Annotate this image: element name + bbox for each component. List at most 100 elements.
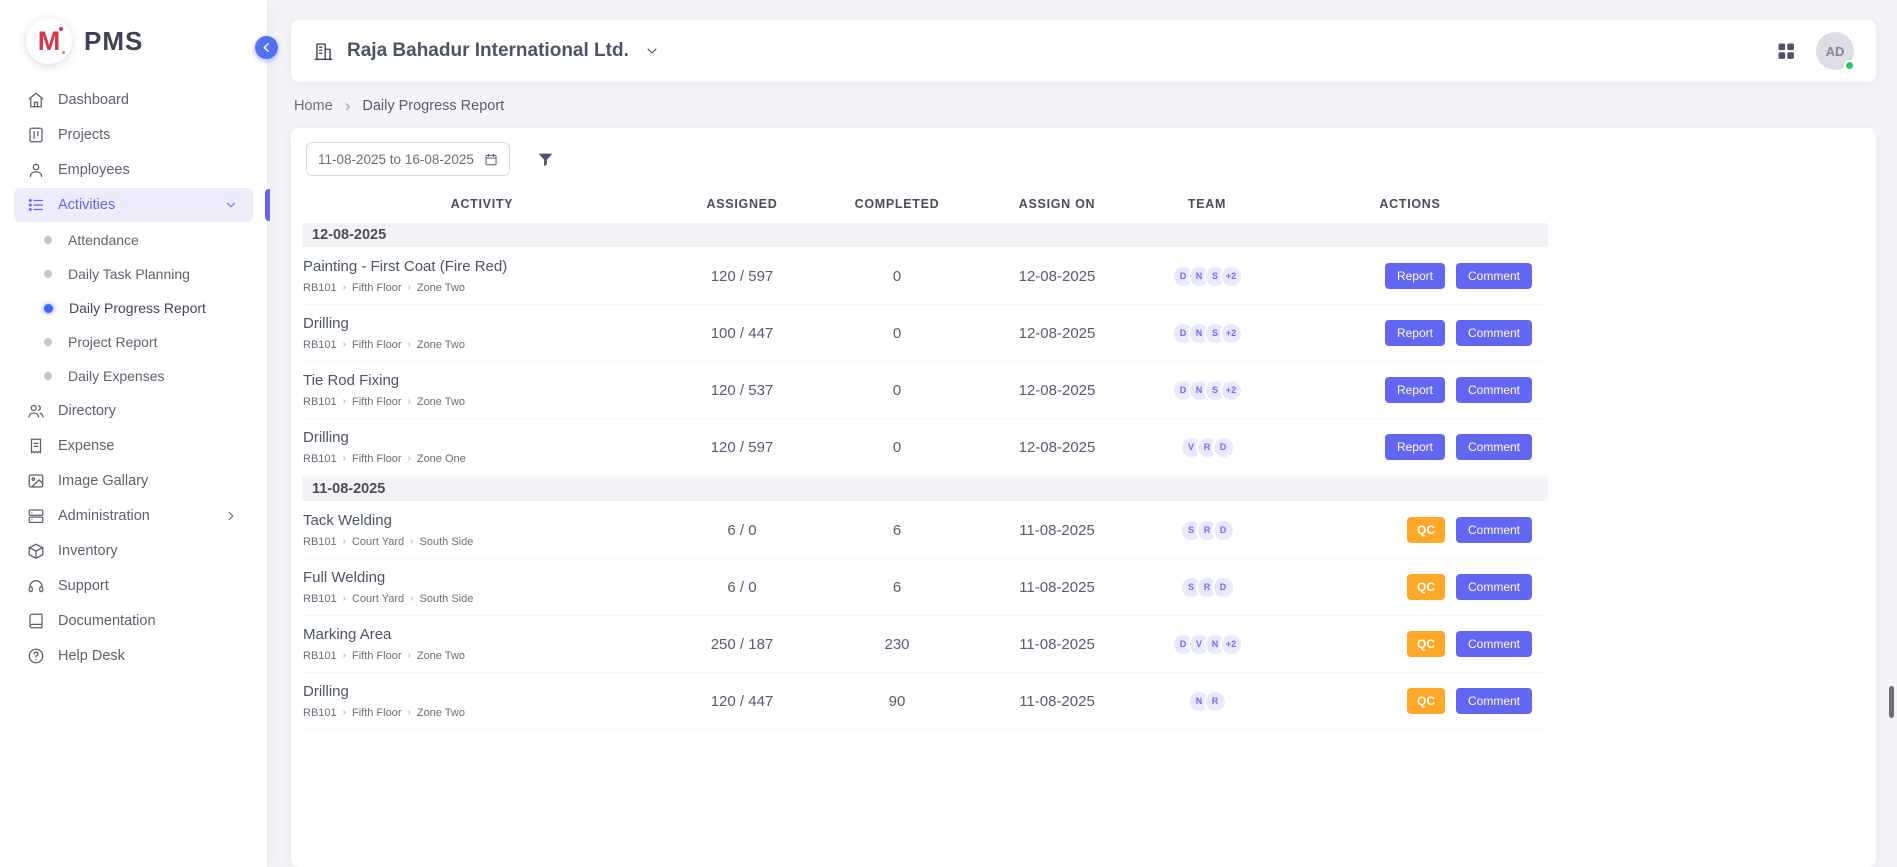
sidebar-subitem-attendance[interactable]: Attendance [14,223,253,257]
sidebar-item-documentation[interactable]: Documentation [14,604,253,638]
completed-value: 6 [822,522,972,539]
sidebar-item-activities[interactable]: Activities [14,188,253,222]
row-actions: QC Comment [1272,688,1548,714]
comment-button[interactable]: Comment [1456,631,1532,657]
row-actions: Report Comment [1272,377,1548,403]
chevron-down-icon [222,198,240,212]
sidebar-subitem-daily-expenses[interactable]: Daily Expenses [14,359,253,393]
completed-value: 90 [822,693,972,710]
qc-button[interactable]: QC [1407,574,1445,600]
sidebar-item-label: Help Desk [58,648,125,664]
activity-cell: DrillingRB101›Fifth Floor›Zone Two [302,307,662,359]
administration-icon [27,507,45,525]
chevron-down-icon [644,43,660,59]
sidebar-subitem-daily-progress-report[interactable]: Daily Progress Report [14,291,253,325]
sidebar-item-directory[interactable]: Directory [14,394,253,428]
directory-icon [27,402,45,420]
sidebar-item-projects[interactable]: Projects [14,118,253,152]
team-avatar[interactable]: +2 [1220,633,1243,656]
filters-row: 11-08-2025 to 16-08-2025 [302,140,1865,186]
table-row: Full Welding RB101›Court Yard›South Side 6… [302,559,1548,616]
table-row: Tie Rod FixingRB101›Fifth Floor›Zone Two… [302,362,1548,419]
chevron-right-icon: › [408,283,411,293]
path-segment: RB101 [303,339,337,351]
sidebar-item-dashboard[interactable]: Dashboard [14,83,253,117]
company-selector[interactable]: Raja Bahadur International Ltd. [313,40,660,62]
progress-table: ACTIVITY ASSIGNED COMPLETED ASSIGN ON TE… [302,186,1548,730]
activity-path: RB101›Fifth Floor›Zone Two [303,339,465,351]
team-avatars: DVN+2 [1172,633,1243,656]
app-logo[interactable]: M PMS [0,0,267,76]
sidebar-collapse-button[interactable] [255,36,278,59]
sidebar-item-image-gallary[interactable]: Image Gallary [14,464,253,498]
activity-title: Tack Welding [303,512,392,529]
completed-value: 0 [822,325,972,342]
activity-path: RB101›Fifth Floor›Zone Two [303,707,465,719]
expense-icon [27,437,45,455]
team-avatar[interactable]: +2 [1220,265,1243,288]
assign-on-value: 11-08-2025 [972,579,1142,596]
qc-button[interactable]: QC [1407,517,1445,543]
team-avatar[interactable]: D [1212,519,1235,542]
date-range-picker[interactable]: 11-08-2025 to 16-08-2025 [306,142,510,176]
column-header-completed: COMPLETED [822,197,972,211]
sidebar-item-administration[interactable]: Administration [14,499,253,533]
comment-button[interactable]: Comment [1456,574,1532,600]
team-avatar[interactable]: +2 [1220,322,1243,345]
team-avatar[interactable]: D [1212,576,1235,599]
comment-button[interactable]: Comment [1456,517,1532,543]
qc-button[interactable]: QC [1407,631,1445,657]
team-avatar[interactable]: R [1204,690,1227,713]
user-avatar[interactable]: AD [1816,32,1854,70]
path-segment: Court Yard [352,536,404,548]
path-segment: Zone Two [417,650,465,662]
path-segment: Zone Two [417,282,465,294]
row-actions: Report Comment [1272,434,1548,460]
report-button[interactable]: Report [1385,377,1445,403]
sidebar-item-employees[interactable]: Employees [14,153,253,187]
activity-path: RB101›Court Yard›South Side [303,593,473,605]
sidebar-item-label: Documentation [58,613,156,629]
activity-title: Full Welding [303,569,385,586]
team-avatar[interactable]: D [1212,436,1235,459]
apps-grid-icon[interactable] [1776,41,1796,61]
assign-on-value: 12-08-2025 [972,268,1142,285]
row-actions: Report Comment [1272,320,1548,346]
path-segment: RB101 [303,453,337,465]
path-segment: Fifth Floor [352,282,402,294]
comment-button[interactable]: Comment [1456,434,1532,460]
scrollbar-thumb[interactable] [1889,686,1894,718]
sidebar: M PMS Dashboard ProjectsEmployeesActiviti… [0,0,267,867]
sidebar-item-label: Expense [58,438,114,454]
sidebar-subitem-project-report[interactable]: Project Report [14,325,253,359]
filter-icon[interactable] [536,150,555,169]
table-body: 12-08-2025Painting - First Coat (Fire Re… [302,223,1548,730]
qc-button[interactable]: QC [1407,688,1445,714]
bullet-icon [44,304,53,313]
sidebar-item-expense[interactable]: Expense [14,429,253,463]
activity-path: RB101›Fifth Floor›Zone One [303,453,466,465]
comment-button[interactable]: Comment [1456,688,1532,714]
sidebar-item-inventory[interactable]: Inventory [14,534,253,568]
company-name: Raja Bahadur International Ltd. [347,40,629,62]
sidebar-item-label: Support [58,578,109,594]
assigned-value: 6 / 0 [662,579,822,596]
comment-button[interactable]: Comment [1456,263,1532,289]
comment-button[interactable]: Comment [1456,320,1532,346]
team-avatar[interactable]: +2 [1220,379,1243,402]
column-header-actions: ACTIONS [1272,197,1548,211]
path-segment: Fifth Floor [352,396,402,408]
breadcrumb-home[interactable]: Home [294,98,333,114]
online-status-dot [1844,60,1855,71]
report-button[interactable]: Report [1385,263,1445,289]
chevron-right-icon: › [343,594,346,604]
sidebar-item-help-desk[interactable]: Help Desk [14,639,253,673]
comment-button[interactable]: Comment [1456,377,1532,403]
chevron-right-icon: › [408,651,411,661]
report-button[interactable]: Report [1385,320,1445,346]
report-button[interactable]: Report [1385,434,1445,460]
sidebar-subitem-daily-task-planning[interactable]: Daily Task Planning [14,257,253,291]
assign-on-value: 11-08-2025 [972,693,1142,710]
sidebar-item-label: Dashboard [58,92,129,108]
sidebar-item-support[interactable]: Support [14,569,253,603]
